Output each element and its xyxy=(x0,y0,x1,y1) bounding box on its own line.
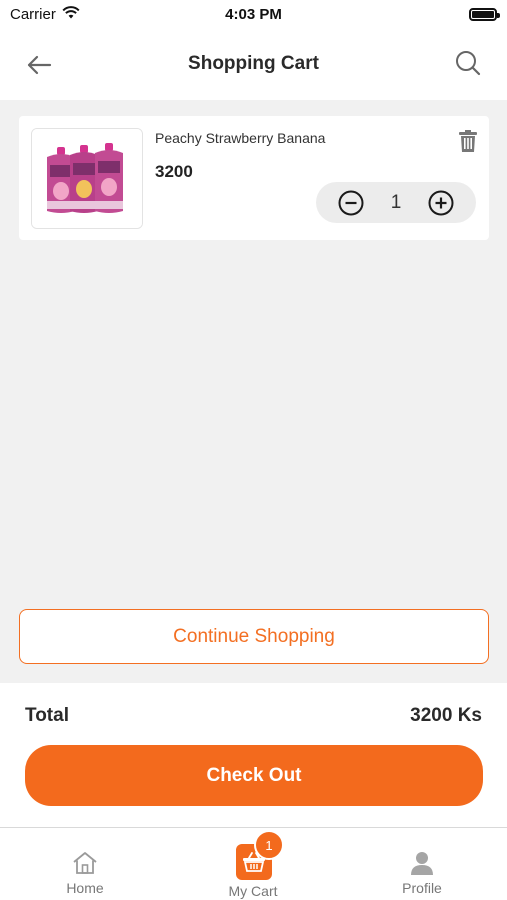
product-price: 3200 xyxy=(155,162,193,181)
decrease-quantity-button[interactable] xyxy=(338,190,364,216)
cart-count-badge: 1 xyxy=(254,830,284,860)
status-bar: Carrier 4:03 PM xyxy=(0,0,507,28)
tab-profile-label: Profile xyxy=(402,880,442,896)
tab-my-cart[interactable]: 1 My Cart xyxy=(193,828,313,900)
wifi-icon xyxy=(62,5,80,23)
tab-home[interactable]: Home xyxy=(25,828,145,900)
total-label: Total xyxy=(25,705,69,726)
increase-quantity-button[interactable] xyxy=(428,190,454,216)
tab-my-cart-label: My Cart xyxy=(228,883,278,899)
cart-item: Peachy Strawberry Banana 3200 1 xyxy=(19,116,489,240)
carrier-label: Carrier xyxy=(10,5,56,23)
tab-bar: Home 1 My Cart Profile xyxy=(0,827,507,900)
plus-circle-icon xyxy=(428,190,454,215)
battery-icon xyxy=(469,7,500,21)
quantity-stepper: 1 xyxy=(316,182,476,223)
checkout-button[interactable]: Check Out xyxy=(25,745,483,806)
product-image xyxy=(31,128,143,229)
search-button[interactable] xyxy=(451,46,485,80)
continue-shopping-button[interactable]: Continue Shopping xyxy=(19,609,489,664)
order-summary: Total 3200 Ks Check Out xyxy=(0,683,507,828)
search-icon xyxy=(456,51,481,76)
page-title: Shopping Cart xyxy=(188,53,319,74)
quantity-value: 1 xyxy=(390,191,402,213)
remove-item-button[interactable] xyxy=(455,128,481,154)
trash-icon xyxy=(459,130,477,152)
tab-profile[interactable]: Profile xyxy=(362,828,482,900)
back-arrow-icon xyxy=(27,55,52,75)
status-left: Carrier xyxy=(10,6,80,23)
back-button[interactable] xyxy=(22,48,56,82)
person-icon xyxy=(407,848,437,878)
total-value: 3200 Ks xyxy=(410,705,482,726)
minus-circle-icon xyxy=(338,190,364,215)
nav-bar: Shopping Cart xyxy=(0,28,507,100)
tab-home-label: Home xyxy=(66,880,104,896)
home-icon xyxy=(70,848,100,878)
product-name: Peachy Strawberry Banana xyxy=(155,130,326,146)
